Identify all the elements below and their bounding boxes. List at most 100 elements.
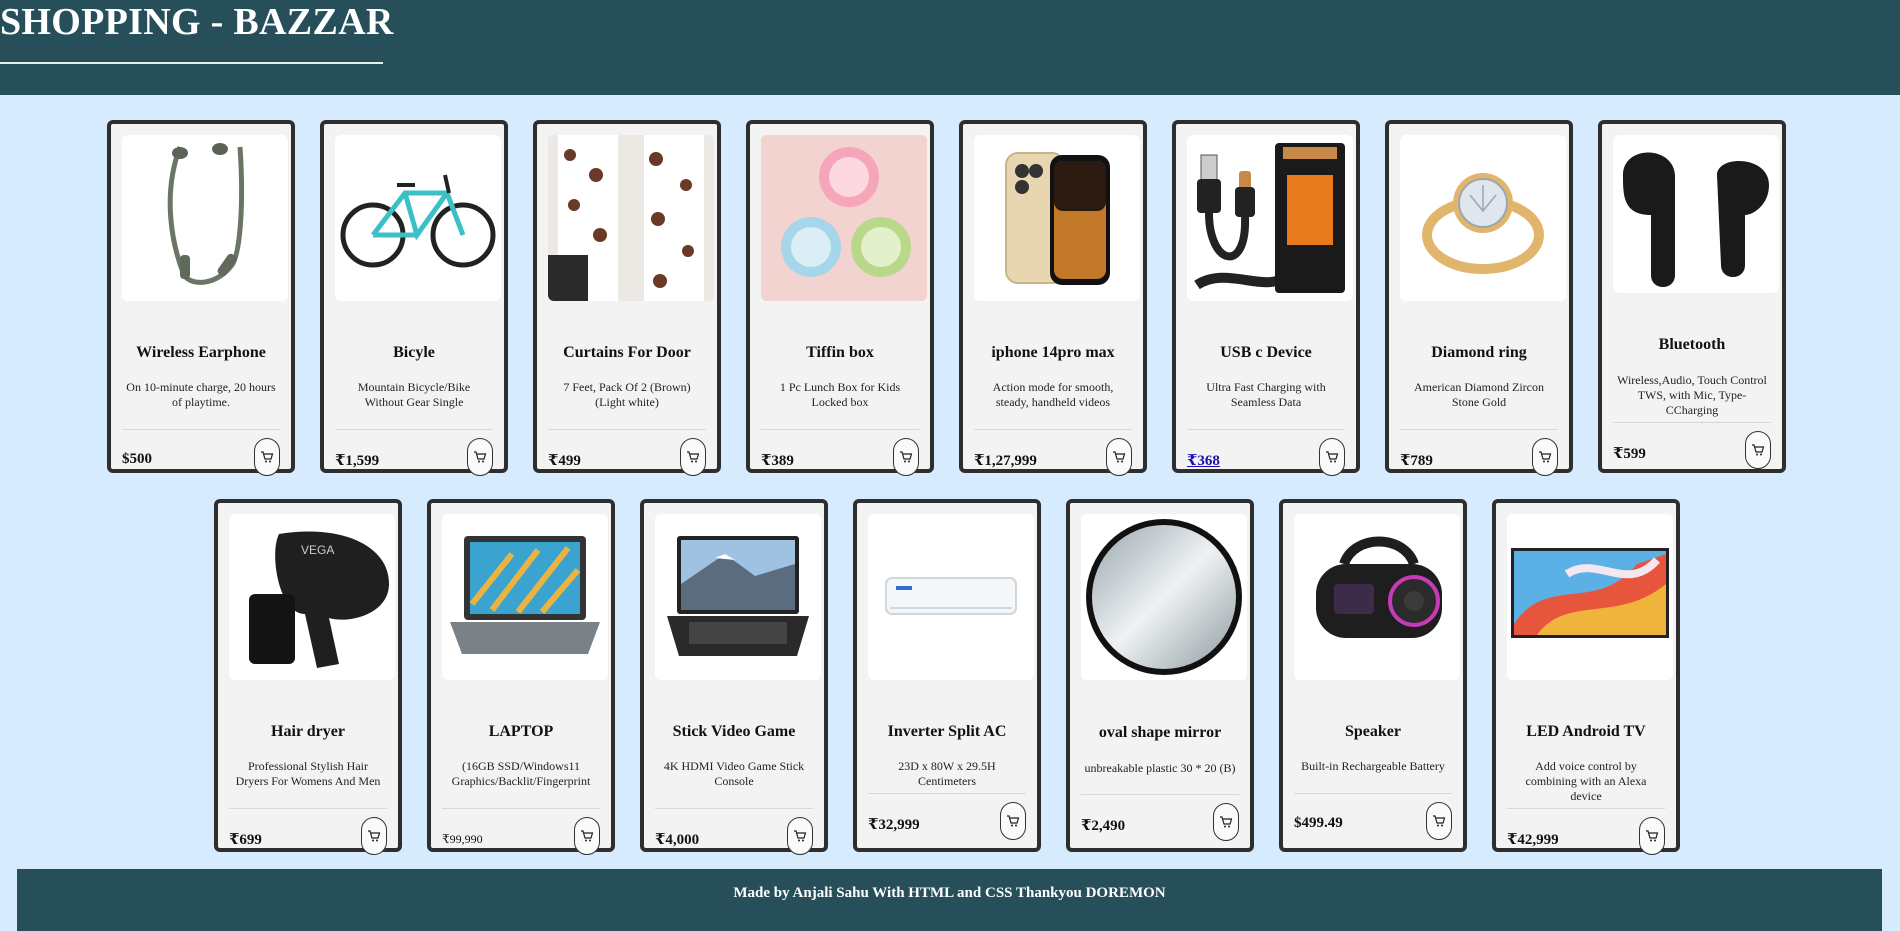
product-price: ₹99,990 [442, 832, 483, 846]
add-to-cart-button[interactable] [1106, 438, 1132, 476]
laptop-image[interactable] [442, 514, 608, 680]
add-to-cart-button[interactable] [893, 438, 919, 476]
product-card: Tiffin box 1 Pc Lunch Box for Kids Locke… [746, 120, 934, 476]
product-card: Bicyle Mountain Bicycle/Bike Without Gea… [320, 120, 508, 476]
product-title: Tiffin box [806, 344, 874, 361]
add-to-cart-button[interactable] [1213, 803, 1239, 841]
cart-icon [900, 451, 913, 463]
tv-image[interactable] [1507, 514, 1673, 680]
divider [442, 808, 600, 809]
product-description: 4K HDMI Video Game Stick Console [663, 759, 805, 788]
add-to-cart-button[interactable] [1426, 802, 1452, 840]
add-to-cart-button[interactable] [1532, 438, 1558, 476]
add-to-cart-button[interactable] [1745, 431, 1771, 469]
divider [1613, 422, 1771, 423]
divider [1400, 429, 1558, 430]
divider [1294, 793, 1452, 794]
product-title: iphone 14pro max [991, 344, 1115, 361]
ring-image[interactable] [1400, 135, 1566, 301]
product-title: Speaker [1345, 723, 1401, 740]
mirror-image[interactable] [1081, 514, 1247, 680]
divider [122, 429, 280, 430]
product-price: ₹2,490 [1081, 818, 1126, 834]
iphone-image[interactable] [974, 135, 1140, 301]
site-header: SHOPPING - BAZZAR [0, 0, 1900, 95]
hair-dryer-image[interactable]: VEGA [229, 514, 395, 680]
product-title: Hair dryer [271, 723, 345, 740]
product-card: Speaker Built-in Rechargeable Battery $4… [1279, 499, 1467, 852]
product-title: LED Android TV [1526, 723, 1646, 740]
cart-icon [261, 451, 274, 463]
site-footer: Made by Anjali Sahu With HTML and CSS Th… [17, 869, 1882, 931]
product-description: American Diamond Zircon Stone Gold [1414, 380, 1544, 409]
product-card: oval shape mirror unbreakable plastic 30… [1066, 499, 1254, 852]
product-title: Wireless Earphone [136, 344, 266, 361]
add-to-cart-button[interactable] [787, 817, 813, 855]
product-price: ₹1,599 [335, 453, 380, 469]
product-title: USB c Device [1220, 344, 1312, 361]
product-title: oval shape mirror [1098, 724, 1222, 741]
earphone-image[interactable] [122, 135, 288, 301]
product-price: $500 [122, 451, 152, 467]
product-description: On 10-minute charge, 20 hours of playtim… [126, 380, 276, 409]
product-card: Curtains For Door 7 Feet, Pack Of 2 (Bro… [533, 120, 721, 476]
product-card: USB c Device Ultra Fast Charging with Se… [1172, 120, 1360, 476]
add-to-cart-button[interactable] [1319, 438, 1345, 476]
product-title: Stick Video Game [672, 723, 796, 740]
divider [868, 793, 1026, 794]
title-underline [0, 62, 383, 64]
product-price: ₹389 [761, 453, 794, 469]
product-description: 1 Pc Lunch Box for Kids Locked box [779, 380, 901, 409]
divider [1507, 808, 1665, 809]
divider [974, 429, 1132, 430]
add-to-cart-button[interactable] [680, 438, 706, 476]
product-card: LED Android TV Add voice control by comb… [1492, 499, 1680, 855]
product-price-link[interactable]: ₹368 [1187, 451, 1220, 470]
product-description: (16GB SSD/Windows11 Graphics/Backlit/Fin… [451, 759, 591, 788]
product-title: Diamond ring [1431, 344, 1527, 361]
product-price: ₹42,999 [1507, 832, 1559, 848]
product-price: ₹1,27,999 [974, 453, 1037, 469]
cart-icon [1220, 816, 1233, 828]
curtains-image[interactable] [548, 135, 714, 301]
divider [229, 808, 387, 809]
tiffin-box-image[interactable] [761, 135, 927, 301]
cart-icon [1007, 815, 1020, 827]
cart-icon [1646, 830, 1659, 842]
cart-icon [1433, 815, 1446, 827]
product-card: Bluetooth Wireless,Audio, Touch Control … [1598, 120, 1786, 473]
cart-icon [1326, 451, 1339, 463]
product-card: Wireless Earphone On 10-minute charge, 2… [107, 120, 295, 476]
product-price: ₹699 [229, 832, 262, 848]
cart-icon [1752, 444, 1765, 456]
product-card: VEGA Hair dryer Professional Stylish Hai… [214, 499, 402, 855]
cart-icon [1113, 451, 1126, 463]
add-to-cart-button[interactable] [1639, 817, 1665, 855]
add-to-cart-button[interactable] [254, 438, 280, 476]
cart-icon [1539, 451, 1552, 463]
add-to-cart-button[interactable] [467, 438, 493, 476]
product-title: Curtains For Door [563, 344, 691, 361]
usb-cable-image[interactable] [1187, 135, 1353, 301]
divider [1081, 794, 1239, 795]
product-price: $499.49 [1294, 815, 1343, 831]
divider [655, 808, 813, 809]
earbuds-image[interactable] [1613, 135, 1779, 293]
product-title: LAPTOP [488, 723, 554, 740]
cart-icon [474, 451, 487, 463]
air-conditioner-image[interactable] [868, 514, 1034, 680]
footer-credit: Made by Anjali Sahu With HTML and CSS Th… [733, 885, 1166, 901]
product-description: Ultra Fast Charging with Seamless Data [1206, 380, 1326, 409]
product-price: ₹4,000 [655, 832, 700, 848]
speaker-image[interactable] [1294, 514, 1460, 680]
divider [335, 429, 493, 430]
svg-text:VEGA: VEGA [301, 543, 334, 557]
add-to-cart-button[interactable] [361, 817, 387, 855]
notebook-image[interactable] [655, 514, 821, 680]
add-to-cart-button[interactable] [574, 817, 600, 855]
add-to-cart-button[interactable] [1000, 802, 1026, 840]
product-card: Stick Video Game 4K HDMI Video Game Stic… [640, 499, 828, 855]
bicycle-image[interactable] [335, 135, 501, 301]
divider [548, 429, 706, 430]
product-title: Bluetooth [1658, 336, 1726, 353]
